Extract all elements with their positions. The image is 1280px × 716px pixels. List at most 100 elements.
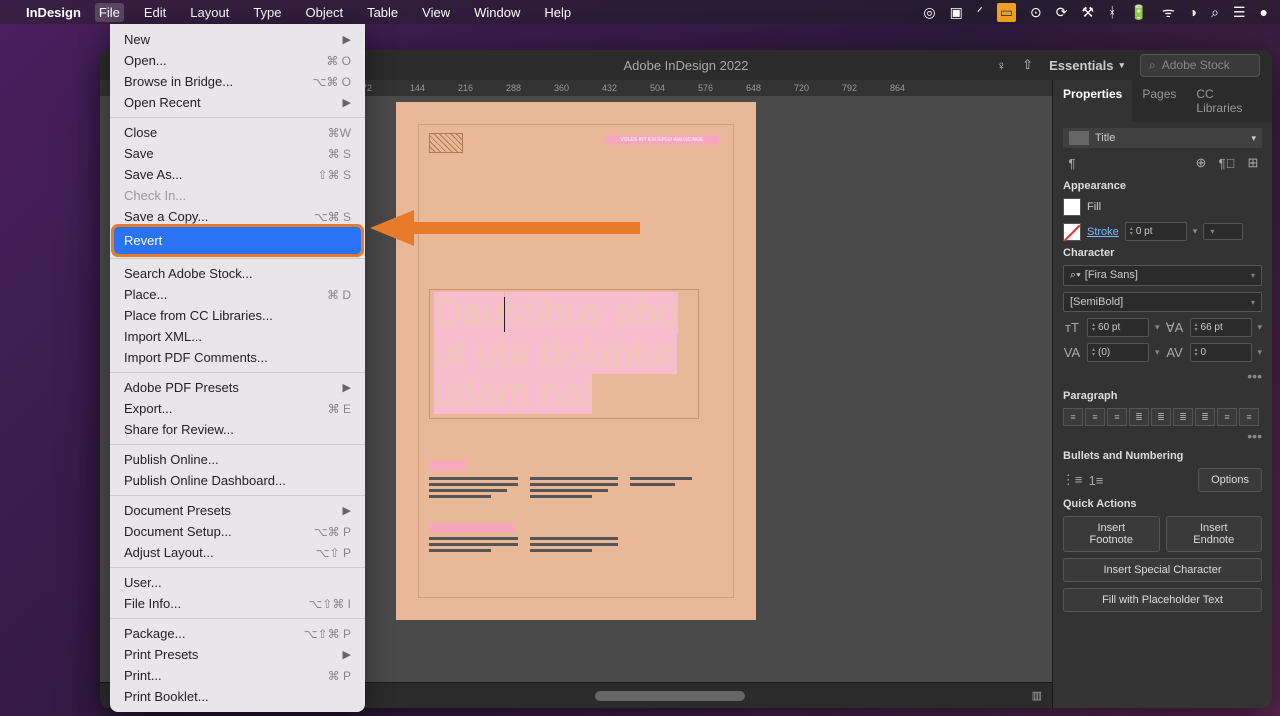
menu-layout[interactable]: Layout — [186, 3, 233, 22]
menu-package[interactable]: Package...⌥⇧⌘ P — [110, 623, 365, 644]
more-options-icon[interactable]: ••• — [1063, 428, 1262, 444]
menu-print[interactable]: Print...⌘ P — [110, 665, 365, 686]
menu-adjust-layout[interactable]: Adjust Layout...⌥⇧ P — [110, 542, 365, 563]
menu-doc-setup[interactable]: Document Setup...⌥⌘ P — [110, 521, 365, 542]
menu-file-info[interactable]: File Info...⌥⇧⌘ I — [110, 593, 365, 614]
tips-icon[interactable]: ♀ — [996, 58, 1006, 73]
align-toward-button[interactable]: ≡ — [1239, 408, 1259, 426]
control-center-icon[interactable]: ☰ — [1233, 4, 1246, 21]
menu-file[interactable]: File — [95, 3, 124, 22]
bottom-columns[interactable] — [429, 537, 719, 555]
bullet-list-icon[interactable]: ⋮≡ — [1063, 471, 1081, 489]
place-label[interactable] — [429, 461, 465, 471]
play-icon[interactable]: ⊙ — [1030, 4, 1042, 21]
battery-icon[interactable]: 🔋 — [1130, 4, 1147, 21]
menu-close[interactable]: Close⌘W — [110, 122, 365, 143]
menu-type[interactable]: Type — [249, 3, 285, 22]
kerning-field[interactable]: ▴▾0 — [1190, 343, 1252, 362]
insert-special-char-button[interactable]: Insert Special Character — [1063, 558, 1262, 582]
workspace-switcher[interactable]: Essentials ▾ — [1049, 58, 1124, 73]
options-button[interactable]: Options — [1198, 468, 1262, 492]
font-family-field[interactable]: ⌕▾[Fira Sans] ▾ — [1063, 265, 1262, 286]
numbered-list-icon[interactable]: 1≡ — [1087, 471, 1105, 489]
more-options-icon[interactable]: ••• — [1063, 368, 1262, 384]
menu-pdf-presets[interactable]: Adobe PDF Presets▶ — [110, 377, 365, 398]
logo-placeholder[interactable] — [429, 133, 463, 153]
chevron-down-icon[interactable]: ▾ — [1155, 347, 1160, 358]
horizontal-scrollbar[interactable] — [595, 691, 745, 701]
add-icon[interactable]: ⊞ — [1244, 154, 1262, 172]
menu-place-cc[interactable]: Place from CC Libraries... — [110, 305, 365, 326]
tab-cc-libraries[interactable]: CC Libraries — [1186, 80, 1272, 122]
new-style-icon[interactable]: ⊕ — [1192, 154, 1210, 172]
menu-revert[interactable]: Revert — [114, 227, 361, 254]
menu-publish-dashboard[interactable]: Publish Online Dashboard... — [110, 470, 365, 491]
stroke-label[interactable]: Stroke — [1087, 226, 1119, 238]
bluetooth-icon[interactable]: ᚼ — [1108, 4, 1116, 20]
flame-icon[interactable]: ᐟ — [977, 4, 983, 21]
menu-doc-presets[interactable]: Document Presets▶ — [110, 500, 365, 521]
tab-properties[interactable]: Properties — [1053, 80, 1132, 122]
insert-footnote-button[interactable]: Insert Footnote — [1063, 516, 1160, 552]
sync-icon[interactable]: ⟳ — [1056, 4, 1068, 21]
pilcrow-icon[interactable]: ¶ — [1063, 154, 1081, 172]
menu-save[interactable]: Save⌘ S — [110, 143, 365, 164]
clear-override-icon[interactable]: ¶⃠ — [1218, 154, 1236, 172]
fill-swatch[interactable] — [1063, 198, 1081, 216]
insert-endnote-button[interactable]: Insert Endnote — [1166, 516, 1263, 552]
tagline-box[interactable]: VOLES INT EXCEPUD AMUSCINGE — [605, 135, 719, 145]
menu-import-pdf-comments[interactable]: Import PDF Comments... — [110, 347, 365, 368]
menu-open-recent[interactable]: Open Recent▶ — [110, 92, 365, 113]
app-name[interactable]: InDesign — [26, 5, 81, 20]
menu-print-booklet[interactable]: Print Booklet... — [110, 686, 365, 707]
align-away-button[interactable]: ≡ — [1217, 408, 1237, 426]
stroke-style-field[interactable]: ▾ — [1203, 223, 1243, 240]
menu-help[interactable]: Help — [540, 3, 575, 22]
justify-all-button[interactable]: ≣ — [1195, 408, 1215, 426]
wifi-icon[interactable]: ᯤ — [1162, 3, 1175, 22]
adobe-stock-search[interactable]: ⌕ Adobe Stock — [1140, 54, 1260, 77]
user-icon[interactable]: ◑ — [1189, 4, 1197, 20]
align-left-button[interactable]: ≡ — [1063, 408, 1083, 426]
justify-left-button[interactable]: ≣ — [1129, 408, 1149, 426]
share-icon[interactable]: ⇧ — [1022, 57, 1033, 73]
menu-edit[interactable]: Edit — [140, 3, 170, 22]
fill-placeholder-button[interactable]: Fill with Placeholder Text — [1063, 588, 1262, 612]
chevron-down-icon[interactable]: ▾ — [1258, 347, 1263, 358]
menu-export[interactable]: Export...⌘ E — [110, 398, 365, 419]
menu-place[interactable]: Place...⌘ D — [110, 284, 365, 305]
menu-browse-bridge[interactable]: Browse in Bridge...⌥⌘ O — [110, 71, 365, 92]
view-mode-icon[interactable]: ▥ — [1032, 689, 1042, 702]
battery-status-icon[interactable]: ▣ — [950, 4, 963, 21]
menu-save-copy[interactable]: Save a Copy...⌥⌘ S — [110, 206, 365, 227]
bottom-label[interactable] — [429, 523, 515, 532]
chevron-down-icon[interactable]: ▾ — [1155, 322, 1160, 333]
align-center-button[interactable]: ≡ — [1085, 408, 1105, 426]
menu-object[interactable]: Object — [302, 3, 348, 22]
menu-new[interactable]: New▶ — [110, 29, 365, 50]
body-columns[interactable] — [429, 477, 719, 501]
siri-icon[interactable]: ● — [1260, 4, 1268, 20]
menu-search-stock[interactable]: Search Adobe Stock... — [110, 263, 365, 284]
menu-publish-online[interactable]: Publish Online... — [110, 449, 365, 470]
font-size-field[interactable]: ▴▾60 pt — [1087, 318, 1149, 337]
tab-pages[interactable]: Pages — [1132, 80, 1186, 122]
chevron-down-icon[interactable]: ▾ — [1193, 226, 1198, 237]
cc-icon[interactable]: ◎ — [923, 4, 935, 21]
chevron-down-icon[interactable]: ▾ — [1258, 322, 1263, 333]
menu-open[interactable]: Open...⌘ O — [110, 50, 365, 71]
menu-share-review[interactable]: Share for Review... — [110, 419, 365, 440]
justify-center-button[interactable]: ≣ — [1151, 408, 1171, 426]
tools-icon[interactable]: ⚒ — [1081, 4, 1094, 21]
align-right-button[interactable]: ≡ — [1107, 408, 1127, 426]
spotlight-icon[interactable]: ⌕ — [1211, 4, 1219, 21]
menu-user[interactable]: User... — [110, 572, 365, 593]
menu-import-xml[interactable]: Import XML... — [110, 326, 365, 347]
menu-window[interactable]: Window — [470, 3, 524, 22]
paragraph-style-strip[interactable]: Title ▾ — [1063, 128, 1262, 148]
screen-icon[interactable]: ▭ — [997, 3, 1016, 22]
menu-print-presets[interactable]: Print Presets▶ — [110, 644, 365, 665]
justify-right-button[interactable]: ≣ — [1173, 408, 1193, 426]
menu-save-as[interactable]: Save As...⇧⌘ S — [110, 164, 365, 185]
menu-table[interactable]: Table — [363, 3, 402, 22]
